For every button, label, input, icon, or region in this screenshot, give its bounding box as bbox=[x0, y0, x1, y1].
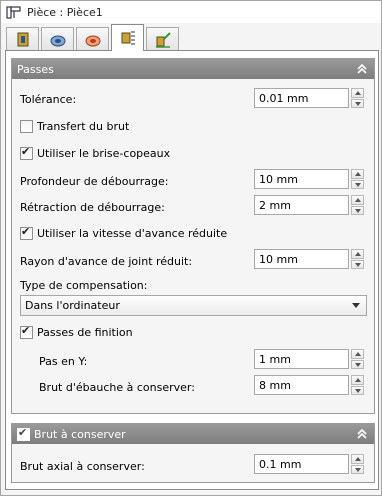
axial-stock-label: Brut axial à conserver: bbox=[20, 460, 145, 473]
passes-panel-header[interactable]: Passes bbox=[12, 59, 374, 79]
finishing-label: Passes de finition bbox=[37, 326, 133, 339]
chip-breaking-checkbox[interactable] bbox=[20, 145, 33, 160]
compensation-dropdown[interactable]: Dans l'ordinateur bbox=[20, 295, 367, 316]
rough-stock-spinner: 8 mm bbox=[254, 375, 364, 395]
stock-transfer-label: Transfert du brut bbox=[37, 120, 130, 133]
peck-retract-up-arrow[interactable] bbox=[351, 195, 364, 205]
heights-icon bbox=[85, 35, 100, 47]
peck-retract-down-arrow[interactable] bbox=[351, 205, 364, 215]
rough-stock-row: Brut d'ébauche à conserver: bbox=[39, 381, 195, 394]
y-step-row: Pas en Y: bbox=[39, 355, 87, 368]
y-step-down-arrow[interactable] bbox=[351, 359, 364, 369]
finishing-row: Passes de finition bbox=[20, 324, 133, 339]
peck-depth-down-arrow[interactable] bbox=[351, 179, 364, 189]
peck-depth-label: Profondeur de débourrage: bbox=[20, 175, 169, 188]
compensation-value: Dans l'ordinateur bbox=[25, 299, 120, 312]
geometry-icon bbox=[50, 35, 65, 47]
reduced-feed-row: Utiliser la vitesse d'avance réduite bbox=[20, 225, 228, 240]
passes-panel: Passes Tolérance: 0.01 mm Transfert du b… bbox=[11, 58, 375, 414]
rough-stock-up-arrow[interactable] bbox=[351, 375, 364, 385]
peck-retract-input[interactable]: 2 mm bbox=[254, 195, 349, 215]
stock-panel: Brut à conserver Brut axial à conserver:… bbox=[11, 423, 375, 483]
rough-stock-down-arrow[interactable] bbox=[351, 385, 364, 395]
finishing-checkbox[interactable] bbox=[20, 324, 33, 339]
peck-retract-spinner: 2 mm bbox=[254, 195, 364, 215]
title-bar: Pièce : Pièce1 bbox=[1, 1, 381, 23]
peck-depth-spinner: 10 mm bbox=[254, 169, 364, 189]
tolerance-label: Tolérance: bbox=[20, 93, 77, 106]
reduced-feed-radius-up-arrow[interactable] bbox=[351, 249, 364, 259]
axial-stock-spinner: 0.1 mm bbox=[254, 454, 364, 474]
peck-depth-up-arrow[interactable] bbox=[351, 169, 364, 179]
reduced-feed-radius-spinner: 10 mm bbox=[254, 249, 364, 269]
dialog-frame: Pièce : Pièce1 Passes Tolérance: 0.01 mm… bbox=[0, 0, 382, 496]
tolerance-down-arrow[interactable] bbox=[351, 98, 364, 108]
y-step-label: Pas en Y: bbox=[39, 355, 88, 368]
peck-depth-input[interactable]: 10 mm bbox=[254, 169, 349, 189]
tolerance-row: Tolérance: bbox=[20, 93, 76, 106]
tolerance-up-arrow[interactable] bbox=[351, 88, 364, 98]
tolerance-input[interactable]: 0.01 mm bbox=[254, 88, 349, 108]
tool-tab[interactable] bbox=[6, 27, 39, 52]
peck-depth-row: Profondeur de débourrage: bbox=[20, 175, 169, 188]
axial-stock-down-arrow[interactable] bbox=[351, 464, 364, 474]
peck-retract-row: Rétraction de débourrage: bbox=[20, 201, 165, 214]
axial-stock-input[interactable]: 0.1 mm bbox=[254, 454, 349, 474]
tool-icon bbox=[17, 32, 28, 47]
linking-icon bbox=[155, 32, 171, 48]
collapse-icon[interactable] bbox=[356, 428, 368, 440]
y-step-input[interactable]: 1 mm bbox=[254, 349, 349, 369]
peck-retract-label: Rétraction de débourrage: bbox=[20, 201, 165, 214]
tab-strip bbox=[6, 24, 181, 52]
chevron-down-icon bbox=[352, 303, 360, 308]
y-step-spinner: 1 mm bbox=[254, 349, 364, 369]
reduced-feed-radius-label: Rayon d'avance de joint réduit: bbox=[20, 255, 193, 268]
passes-icon bbox=[121, 31, 135, 45]
linking-tab[interactable] bbox=[146, 27, 179, 52]
y-step-up-arrow[interactable] bbox=[351, 349, 364, 359]
geometry-tab[interactable] bbox=[41, 27, 74, 52]
axial-stock-row: Brut axial à conserver: bbox=[20, 460, 145, 473]
stock-transfer-checkbox[interactable] bbox=[20, 120, 33, 133]
reduced-feed-radius-down-arrow[interactable] bbox=[351, 259, 364, 269]
tolerance-spinner: 0.01 mm bbox=[254, 88, 364, 108]
chip-breaking-row: Utiliser le brise-copeaux bbox=[20, 145, 171, 160]
reduced-feed-radius-row: Rayon d'avance de joint réduit: bbox=[20, 255, 192, 268]
reduced-feed-radius-input[interactable]: 10 mm bbox=[254, 249, 349, 269]
rough-stock-input[interactable]: 8 mm bbox=[254, 375, 349, 395]
reduced-feed-label: Utiliser la vitesse d'avance réduite bbox=[37, 227, 228, 240]
part-icon bbox=[6, 6, 21, 19]
reduced-feed-checkbox[interactable] bbox=[20, 225, 33, 240]
chip-breaking-label: Utiliser le brise-copeaux bbox=[37, 147, 171, 160]
compensation-label: Type de compensation: bbox=[20, 279, 148, 292]
axial-stock-up-arrow[interactable] bbox=[351, 454, 364, 464]
passes-panel-title: Passes bbox=[17, 62, 54, 76]
stock-checkbox[interactable] bbox=[17, 426, 30, 441]
window-title: Pièce : Pièce1 bbox=[27, 5, 103, 19]
passes-tab[interactable] bbox=[111, 24, 144, 51]
collapse-icon[interactable] bbox=[356, 63, 368, 75]
heights-tab[interactable] bbox=[76, 27, 109, 52]
stock-transfer-row: Transfert du brut bbox=[20, 120, 129, 133]
stock-panel-header[interactable]: Brut à conserver bbox=[12, 424, 374, 444]
stock-panel-title: Brut à conserver bbox=[34, 427, 126, 441]
compensation-row: Type de compensation: bbox=[20, 279, 147, 292]
tab-content: Passes Tolérance: 0.01 mm Transfert du b… bbox=[5, 50, 379, 490]
rough-stock-label: Brut d'ébauche à conserver: bbox=[39, 381, 195, 394]
